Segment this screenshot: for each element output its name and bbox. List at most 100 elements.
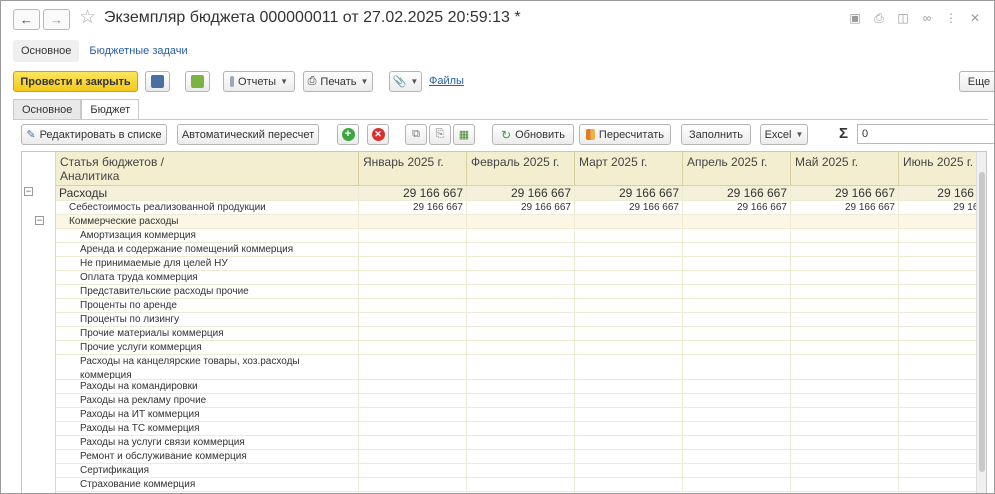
refresh-button[interactable]: ↻ Обновить [492, 124, 574, 145]
value-cell[interactable] [683, 327, 791, 340]
value-cell[interactable] [683, 271, 791, 284]
value-cell[interactable] [359, 229, 467, 242]
section-main[interactable]: Основное [13, 40, 80, 62]
value-cell[interactable] [791, 380, 899, 393]
value-cell[interactable] [575, 394, 683, 407]
value-cell[interactable] [899, 257, 986, 270]
sum-field[interactable]: 0 [857, 124, 994, 144]
value-cell[interactable] [359, 394, 467, 407]
row-label[interactable]: Прочие материалы коммерция [56, 327, 359, 340]
value-cell[interactable] [359, 327, 467, 340]
table-row[interactable]: Представительские расходы прочие [56, 285, 986, 299]
attachments-button[interactable]: 📎 ▼ [389, 71, 422, 92]
row-label[interactable]: Себестоимость реализованной продукции [56, 201, 359, 214]
value-cell[interactable] [467, 285, 575, 298]
row-label[interactable]: Расходы на канцелярские товары, хоз.расх… [56, 355, 359, 369]
more-vertical-icon[interactable]: ⋮ [944, 11, 958, 25]
row-label[interactable]: Прочие услуги коммерция [56, 341, 359, 354]
table-row[interactable]: Оплата труда коммерция [56, 271, 986, 285]
header-month[interactable]: Март 2025 г. [575, 152, 683, 186]
table-row-total[interactable]: Расходы 29 166 667 29 166 667 29 166 667 29 … [56, 186, 986, 201]
value-cell[interactable] [791, 394, 899, 407]
table-row-cost[interactable]: Себестоимость реализованной продукции 29 … [56, 201, 986, 215]
value-cell[interactable] [683, 341, 791, 354]
value-cell[interactable] [899, 478, 986, 491]
paste-special-button[interactable]: ▦ [453, 124, 475, 145]
value-cell[interactable]: 29 166 667 [467, 201, 575, 214]
value-cell[interactable] [467, 215, 575, 228]
auto-recalc-button[interactable]: Автоматический пересчет [177, 124, 319, 145]
value-cell[interactable] [791, 478, 899, 491]
value-cell[interactable] [575, 215, 683, 228]
close-icon[interactable]: ✕ [968, 11, 982, 25]
value-cell[interactable] [359, 271, 467, 284]
value-cell[interactable] [467, 341, 575, 354]
link-icon[interactable]: ∞ [920, 11, 934, 25]
row-label[interactable]: коммерция [56, 369, 359, 379]
value-cell[interactable] [359, 341, 467, 354]
value-cell[interactable]: 29 166 667 [683, 201, 791, 214]
value-cell[interactable] [899, 243, 986, 256]
save-button[interactable] [145, 71, 170, 92]
table-row[interactable]: Прочие материалы коммерция [56, 327, 986, 341]
value-cell[interactable]: 29 166 667 [575, 201, 683, 214]
value-cell[interactable] [575, 380, 683, 393]
table-row[interactable]: Раходы на ТС коммерция [56, 422, 986, 436]
table-row[interactable]: Расходы на канцелярские товары, хоз.расх… [56, 355, 986, 369]
value-cell[interactable] [359, 478, 467, 491]
value-cell[interactable] [899, 215, 986, 228]
value-cell[interactable] [575, 229, 683, 242]
excel-button[interactable]: Excel ▼ [760, 124, 808, 145]
value-cell[interactable] [575, 299, 683, 312]
value-cell[interactable] [575, 408, 683, 421]
scrollbar-thumb[interactable] [979, 172, 985, 472]
row-label[interactable]: Сертификация [56, 464, 359, 477]
value-cell[interactable] [791, 450, 899, 463]
value-cell[interactable] [683, 380, 791, 393]
row-label[interactable]: Аренда и содержание помещений коммерция [56, 243, 359, 256]
value-cell[interactable]: 29 166 667 [359, 201, 467, 214]
value-cell[interactable] [791, 313, 899, 326]
value-cell[interactable] [899, 271, 986, 284]
value-cell[interactable] [575, 257, 683, 270]
copy-button[interactable]: ⧉ [405, 124, 427, 145]
value-cell[interactable] [467, 327, 575, 340]
value-cell[interactable] [791, 271, 899, 284]
value-cell[interactable] [791, 327, 899, 340]
header-month[interactable]: Январь 2025 г. [359, 152, 467, 186]
value-cell[interactable] [467, 394, 575, 407]
value-cell[interactable] [359, 436, 467, 449]
row-label[interactable]: Раходы на ИТ коммерция [56, 408, 359, 421]
row-label[interactable]: Расходы [56, 186, 359, 200]
vertical-scrollbar[interactable] [976, 152, 986, 493]
value-cell[interactable] [575, 271, 683, 284]
budget-grid[interactable]: Статья бюджетов / Аналитика Январь 2025 … [21, 151, 987, 493]
table-row[interactable]: коммерция [56, 369, 986, 380]
value-cell[interactable] [467, 478, 575, 491]
header-article[interactable]: Статья бюджетов / Аналитика [56, 152, 359, 186]
table-row[interactable]: Раходы на командировки [56, 380, 986, 394]
value-cell[interactable] [683, 215, 791, 228]
back-button[interactable]: ← [13, 9, 40, 30]
table-row[interactable]: Ремонт и обслуживание коммерция [56, 450, 986, 464]
value-cell[interactable] [467, 229, 575, 242]
table-row[interactable]: Прочие услуги коммерция [56, 341, 986, 355]
add-row-button[interactable]: + [337, 124, 359, 145]
row-label[interactable]: Ремонт и обслуживание коммерция [56, 450, 359, 463]
value-cell[interactable] [683, 243, 791, 256]
more-button[interactable]: Еще [959, 71, 994, 92]
row-label[interactable]: Раходы на командировки [56, 380, 359, 393]
value-cell[interactable] [467, 271, 575, 284]
post-button[interactable] [185, 71, 210, 92]
row-label[interactable]: Оплата труда коммерция [56, 271, 359, 284]
value-cell[interactable]: 29 166 667 [467, 186, 575, 200]
value-cell[interactable] [467, 355, 575, 369]
value-cell[interactable] [359, 450, 467, 463]
header-month[interactable]: Апрель 2025 г. [683, 152, 791, 186]
value-cell[interactable] [575, 285, 683, 298]
value-cell[interactable] [791, 243, 899, 256]
value-cell[interactable] [899, 355, 986, 369]
value-cell[interactable] [791, 215, 899, 228]
value-cell[interactable] [575, 478, 683, 491]
value-cell[interactable]: 29 166 667 [791, 201, 899, 214]
